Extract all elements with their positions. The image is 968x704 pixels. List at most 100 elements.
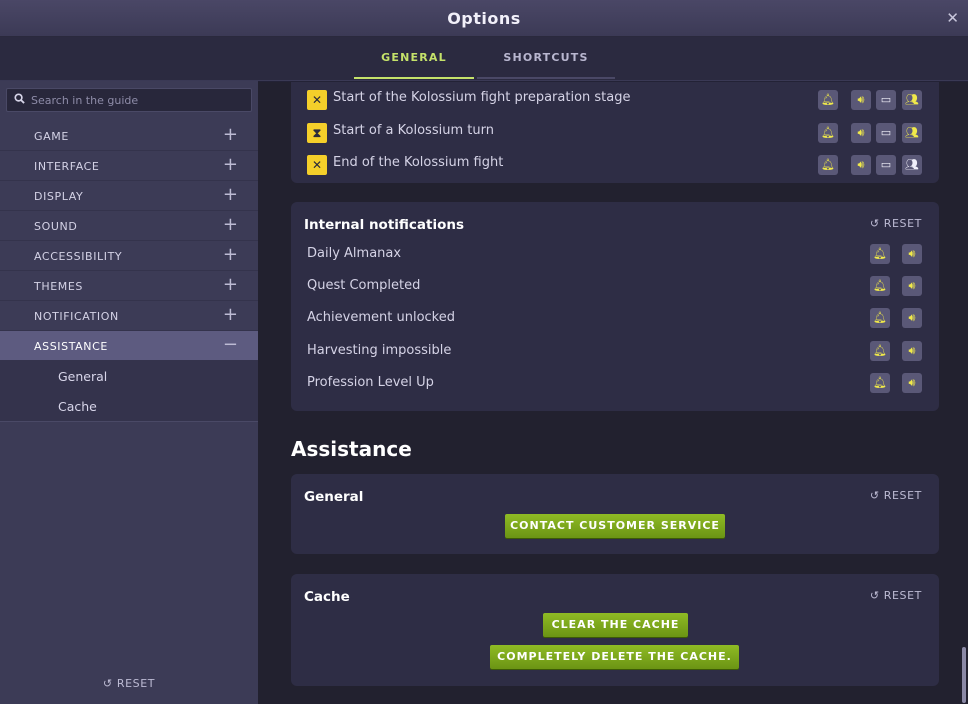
bell-icon[interactable]: 🔔︎ <box>818 155 838 175</box>
clear-cache-button[interactable]: CLEAR THE CACHE <box>543 613 688 637</box>
content-panel: ✕ Start of the Kolossium fight preparati… <box>258 82 968 704</box>
sidebar-item-game[interactable]: GAME + <box>0 121 258 151</box>
plus-icon: + <box>222 214 238 235</box>
sound-icon[interactable]: 🔊︎ <box>902 276 922 296</box>
sidebar-subitem-general[interactable]: General <box>0 361 258 391</box>
bell-icon[interactable]: 🔔︎ <box>870 308 890 328</box>
sound-icon[interactable]: 🔊︎ <box>902 373 922 393</box>
tab-shortcuts[interactable]: SHORTCUTS <box>477 37 615 79</box>
sidebar-nav: GAME + INTERFACE + DISPLAY + SOUND + ACC… <box>0 121 258 422</box>
card-title: General <box>304 489 364 505</box>
sidebar-item-label: ACCESSIBILITY <box>34 250 123 263</box>
sound-icon[interactable]: 🔊︎ <box>902 341 922 361</box>
window-title: Options <box>447 9 521 28</box>
title-bar: Options ✕ <box>0 0 968 37</box>
options-window: Options ✕ GENERAL SHORTCUTS Search in th… <box>0 0 968 704</box>
plus-icon: + <box>222 244 238 265</box>
internal-notifications-card: Internal notifications ↺ RESET Daily Alm… <box>291 202 939 411</box>
sound-icon[interactable]: 🔊︎ <box>851 123 871 143</box>
sound-icon[interactable]: 🔊︎ <box>851 90 871 110</box>
sidebar-item-label: SOUND <box>34 220 78 233</box>
reset-label: RESET <box>883 589 922 602</box>
delete-cache-button[interactable]: COMPLETELY DELETE THE CACHE. <box>490 645 739 669</box>
notification-row: ✕ End of the Kolossium fight 🔔︎ 🔊︎ ▭ 👥︎ <box>291 155 939 183</box>
kolossium-notifications-card: ✕ Start of the Kolossium fight preparati… <box>291 82 939 183</box>
window-icon[interactable]: ▭ <box>876 123 896 143</box>
plus-icon: + <box>222 124 238 145</box>
plus-icon: + <box>222 184 238 205</box>
sidebar-item-label: DISPLAY <box>34 190 84 203</box>
tab-general[interactable]: GENERAL <box>354 37 474 79</box>
notification-row: Quest Completed 🔔︎ 🔊︎ <box>291 276 939 304</box>
tab-bar: GENERAL SHORTCUTS <box>0 37 968 81</box>
sidebar-item-label: GAME <box>34 130 69 143</box>
sidebar-subitem-cache[interactable]: Cache <box>0 391 258 421</box>
crossed-swords-icon: ✕ <box>307 90 327 110</box>
group-icon[interactable]: 👥︎ <box>902 155 922 175</box>
crossed-swords-icon: ✕ <box>307 155 327 175</box>
bell-icon[interactable]: 🔔︎ <box>870 276 890 296</box>
group-icon[interactable]: 👥︎ <box>902 90 922 110</box>
sidebar-subitem-label: Cache <box>58 399 97 414</box>
close-icon[interactable]: ✕ <box>946 9 959 27</box>
window-icon[interactable]: ▭ <box>876 155 896 175</box>
bell-icon[interactable]: 🔔︎ <box>818 90 838 110</box>
group-icon[interactable]: 👥︎ <box>902 123 922 143</box>
scrollbar[interactable] <box>962 647 966 703</box>
notification-row: Daily Almanax 🔔︎ 🔊︎ <box>291 244 939 272</box>
reset-button[interactable]: ↺ RESET <box>870 489 922 502</box>
sidebar-item-accessibility[interactable]: ACCESSIBILITY + <box>0 241 258 271</box>
sidebar-item-notification[interactable]: NOTIFICATION + <box>0 301 258 331</box>
sound-icon[interactable]: 🔊︎ <box>902 308 922 328</box>
search-input[interactable]: Search in the guide <box>6 88 252 112</box>
sidebar-item-assistance[interactable]: ASSISTANCE − <box>0 331 258 361</box>
notification-row: Harvesting impossible 🔔︎ 🔊︎ <box>291 341 939 369</box>
notification-label: End of the Kolossium fight <box>333 155 504 170</box>
sidebar-item-label: NOTIFICATION <box>34 310 119 323</box>
minus-icon: − <box>222 334 238 355</box>
hourglass-icon: ⧗ <box>307 123 327 143</box>
reset-icon: ↺ <box>869 589 880 602</box>
bell-icon[interactable]: 🔔︎ <box>870 373 890 393</box>
card-title: Cache <box>304 589 350 605</box>
reset-button[interactable]: ↺ RESET <box>870 217 922 230</box>
assistance-cache-card: Cache ↺ RESET CLEAR THE CACHE COMPLETELY… <box>291 574 939 686</box>
bell-icon[interactable]: 🔔︎ <box>870 244 890 264</box>
assistance-submenu: General Cache <box>0 361 258 422</box>
notification-label: Start of a Kolossium turn <box>333 123 494 138</box>
search-icon <box>14 93 25 107</box>
sidebar-item-label: INTERFACE <box>34 160 100 173</box>
sidebar-item-label: THEMES <box>34 280 83 293</box>
reset-button[interactable]: ↺ RESET <box>870 589 922 602</box>
contact-customer-service-button[interactable]: CONTACT CUSTOMER SERVICE <box>505 514 725 538</box>
plus-icon: + <box>222 154 238 175</box>
sidebar-item-themes[interactable]: THEMES + <box>0 271 258 301</box>
notification-label: Profession Level Up <box>307 375 434 390</box>
reset-label: RESET <box>116 677 156 690</box>
bell-icon[interactable]: 🔔︎ <box>818 123 838 143</box>
notification-row: ✕ Start of the Kolossium fight preparati… <box>291 90 939 118</box>
notification-label: Daily Almanax <box>307 246 402 261</box>
notification-row: ⧗ Start of a Kolossium turn 🔔︎ 🔊︎ ▭ 👥︎ <box>291 123 939 151</box>
sound-icon[interactable]: 🔊︎ <box>851 155 871 175</box>
sidebar-item-interface[interactable]: INTERFACE + <box>0 151 258 181</box>
card-title: Internal notifications <box>304 217 465 233</box>
sidebar-subitem-label: General <box>58 369 108 384</box>
plus-icon: + <box>222 274 238 295</box>
sidebar-item-sound[interactable]: SOUND + <box>0 211 258 241</box>
notification-label: Achievement unlocked <box>307 310 455 325</box>
sidebar-item-label: ASSISTANCE <box>34 340 108 353</box>
sidebar-item-display[interactable]: DISPLAY + <box>0 181 258 211</box>
notification-row: Achievement unlocked 🔔︎ 🔊︎ <box>291 308 939 336</box>
reset-label: RESET <box>883 217 922 230</box>
notification-label: Start of the Kolossium fight preparation… <box>333 90 631 105</box>
reset-icon: ↺ <box>869 489 880 502</box>
plus-icon: + <box>222 304 238 325</box>
window-icon[interactable]: ▭ <box>876 90 896 110</box>
bell-icon[interactable]: 🔔︎ <box>870 341 890 361</box>
notification-label: Quest Completed <box>307 278 421 293</box>
sidebar-reset-button[interactable]: ↺ RESET <box>0 677 258 690</box>
section-title-assistance: Assistance <box>291 437 412 461</box>
sidebar: Search in the guide GAME + INTERFACE + D… <box>0 81 258 704</box>
sound-icon[interactable]: 🔊︎ <box>902 244 922 264</box>
